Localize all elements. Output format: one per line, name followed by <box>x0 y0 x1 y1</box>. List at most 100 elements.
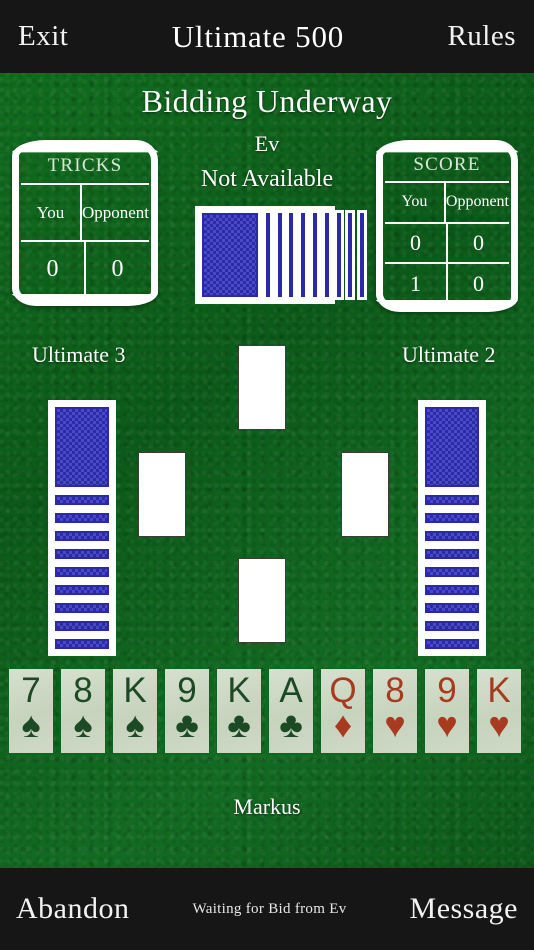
hand-card-rank: K <box>227 671 251 710</box>
trick-slot-east[interactable] <box>341 452 389 537</box>
hand-card-rank: Q <box>329 671 357 710</box>
opponent-card-back <box>422 600 482 616</box>
opponent-card-back <box>422 636 482 652</box>
deck-card <box>274 210 285 300</box>
deck-card <box>333 210 344 300</box>
opponent-card-back <box>52 564 112 580</box>
game-status-headline: Bidding Underway <box>141 83 393 119</box>
opponent-card-back <box>52 492 112 508</box>
hand-card-suit-icon: ♦ <box>333 705 353 745</box>
opponent-card-back <box>422 564 482 580</box>
score-header-row: You Opponent <box>385 183 509 224</box>
hand-card-rank: 9 <box>437 671 457 710</box>
opponent-card-back <box>422 404 482 490</box>
hand-card-rank: 7 <box>21 671 41 710</box>
score-panel-body: SCORE You Opponent 0 0 1 0 <box>385 149 509 304</box>
deck-card <box>298 210 309 300</box>
hand-card[interactable]: 8 ♥ <box>372 668 418 754</box>
hand-card-suit-icon: ♠ <box>125 705 145 745</box>
score-row1-you: 0 <box>385 223 448 263</box>
hand-card[interactable]: 9 ♣ <box>164 668 210 754</box>
message-button[interactable]: Message <box>410 892 518 926</box>
hand-card-suit-icon: ♣ <box>279 705 303 745</box>
deck-card <box>357 210 368 300</box>
hand-card-rank: K <box>123 671 147 710</box>
tricks-panel: TRICKS You Opponent 0 0 <box>12 140 158 306</box>
deck-card-fan <box>199 210 368 300</box>
opponent-card-back <box>52 528 112 544</box>
game-screen: Exit Ultimate 500 Rules Bidding Underway… <box>0 0 534 950</box>
tricks-header-opponent: Opponent <box>81 202 149 222</box>
hand-card[interactable]: K ♣ <box>216 668 262 754</box>
hand-card-suit-icon: ♥ <box>488 705 510 745</box>
score-panel: SCORE You Opponent 0 0 1 0 <box>376 140 518 312</box>
tricks-header-row: You Opponent <box>21 185 149 242</box>
hand-card[interactable]: 8 ♠ <box>60 668 106 754</box>
hand-card-rank: K <box>487 671 511 710</box>
hand-card-suit-icon: ♠ <box>73 705 93 745</box>
seat-label-south: Markus <box>233 794 301 819</box>
score-panel-title: SCORE <box>385 149 509 183</box>
score-header-opponent: Opponent <box>445 193 509 211</box>
hand-card-rank: 8 <box>385 671 405 710</box>
hand-card[interactable]: K ♥ <box>476 668 522 754</box>
deck-card <box>310 210 320 300</box>
opponent-card-back <box>422 528 482 544</box>
opponent-card-back <box>422 510 482 526</box>
score-row: 1 0 <box>385 264 509 304</box>
tricks-value-opponent: 0 <box>111 256 124 282</box>
trick-slot-south[interactable] <box>238 558 286 643</box>
deck-top-card <box>199 210 261 300</box>
hand-card-suit-icon: ♠ <box>21 705 41 745</box>
score-header-you: You <box>385 183 446 222</box>
deck-card <box>345 210 356 300</box>
opponent-card-back <box>52 618 112 634</box>
tricks-value-row: 0 0 <box>21 242 149 297</box>
opponent-card-back <box>422 618 482 634</box>
opponent-card-back <box>422 546 482 562</box>
hand-card-rank: 9 <box>177 671 197 710</box>
hand-card[interactable]: K ♠ <box>112 668 158 754</box>
score-row2-opponent: 0 <box>473 270 484 296</box>
trick-slot-north[interactable] <box>238 345 286 430</box>
hand-card[interactable]: 9 ♥ <box>424 668 470 754</box>
hand-card[interactable]: Q ♦ <box>320 668 366 754</box>
opponent-card-back <box>52 582 112 598</box>
opponent-card-back <box>52 510 112 526</box>
rules-button[interactable]: Rules <box>447 20 516 53</box>
deck-card <box>286 210 297 300</box>
hand-card-suit-icon: ♣ <box>175 705 199 745</box>
bottom-toolbar: Abandon Waiting for Bid from Ev Message <box>0 868 534 950</box>
opponent-card-back <box>52 600 112 616</box>
hand-card-rank: A <box>279 671 303 710</box>
tricks-value-you: 0 <box>21 242 86 297</box>
trick-slot-west[interactable] <box>138 452 186 537</box>
hand-card-suit-icon: ♥ <box>436 705 458 745</box>
exit-button[interactable]: Exit <box>18 20 68 53</box>
top-toolbar: Exit Ultimate 500 Rules <box>0 0 534 73</box>
opponent-card-back <box>52 404 112 490</box>
opponent-card-back <box>422 582 482 598</box>
tricks-panel-title: TRICKS <box>21 149 149 185</box>
hand-card-rank: 8 <box>73 671 93 710</box>
opponent-hand-east <box>418 400 486 656</box>
tricks-panel-body: TRICKS You Opponent 0 0 <box>21 149 149 297</box>
deck-card <box>321 210 332 300</box>
abandon-button[interactable]: Abandon <box>16 892 129 926</box>
deck-pile[interactable] <box>195 206 368 304</box>
seat-label-east: Ultimate 2 <box>402 342 496 367</box>
app-title: Ultimate 500 <box>171 18 345 54</box>
deck-card <box>262 210 273 300</box>
hand-card[interactable]: A ♣ <box>268 668 314 754</box>
hand-card-suit-icon: ♥ <box>384 705 406 745</box>
opponent-card-back <box>52 636 112 652</box>
opponent-hand-west <box>48 400 116 656</box>
opponent-card-back <box>52 546 112 562</box>
turn-status-text: Waiting for Bid from Ev <box>192 900 347 917</box>
hand-card-suit-icon: ♣ <box>227 705 251 745</box>
hand-card[interactable]: 7 ♠ <box>8 668 54 754</box>
opponent-card-back <box>422 492 482 508</box>
score-row2-you: 1 <box>385 264 448 304</box>
score-row1-opponent: 0 <box>473 230 484 255</box>
player-hand: 7 ♠ 8 ♠ K ♠ 9 ♣ K ♣ A ♣ Q ♦ 8 ♥ 9 ♥ K ♥ <box>8 668 526 754</box>
